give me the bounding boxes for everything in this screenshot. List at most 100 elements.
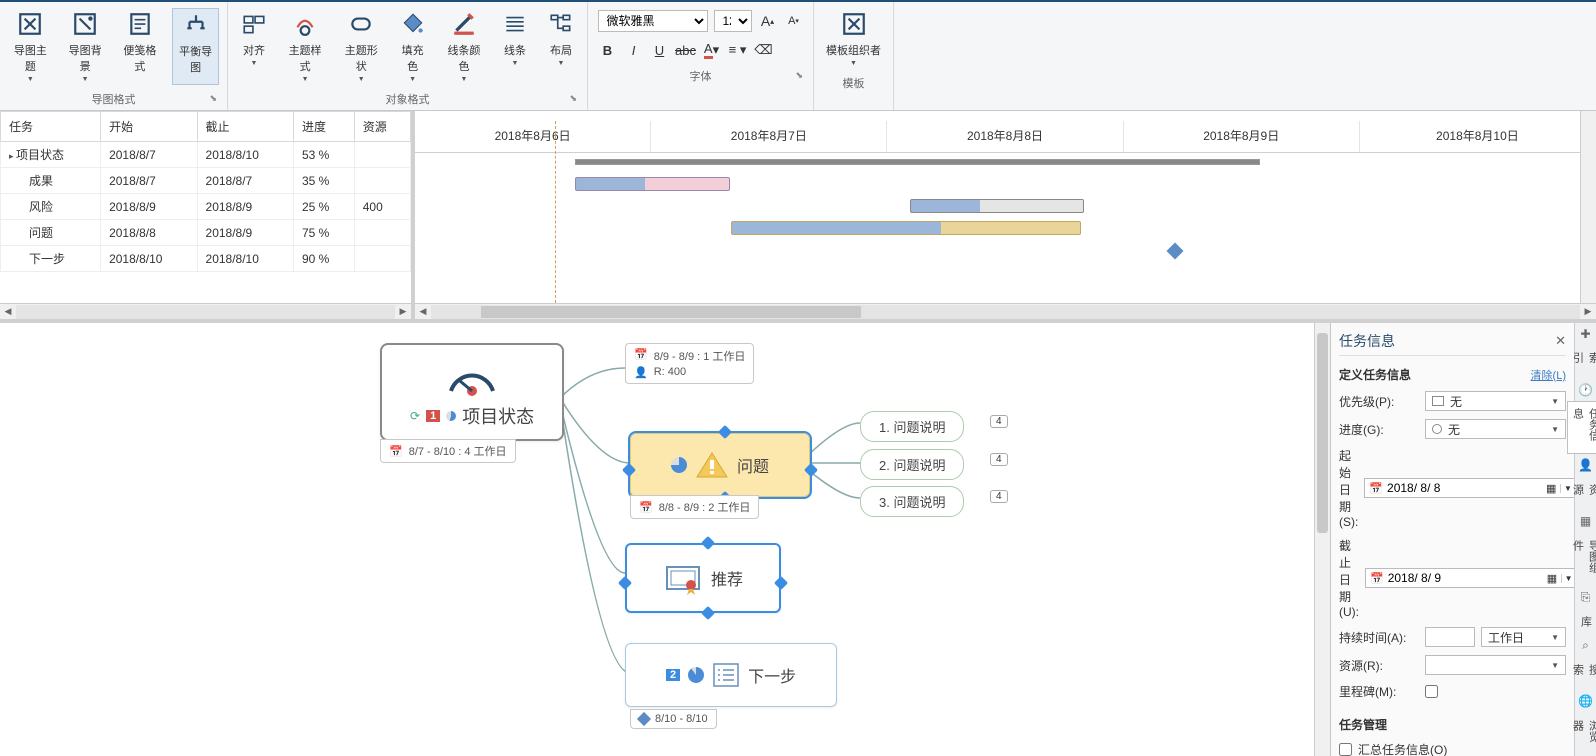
style-icon <box>291 10 319 38</box>
align-text-button[interactable]: ≡ ▾ <box>728 40 748 60</box>
milestone-checkbox[interactable] <box>1425 685 1438 698</box>
italic-button[interactable]: I <box>624 40 644 60</box>
table-row[interactable]: 风险2018/8/92018/8/925 %400 <box>1 194 411 220</box>
calendar-icon: 📅 <box>1370 572 1384 585</box>
topic-shape-button[interactable]: 主题形状▼ <box>338 8 384 85</box>
gantt-milestone[interactable] <box>1167 243 1184 260</box>
resource-label: 资源(R): <box>1339 657 1419 674</box>
sub-topic[interactable]: 1. 问题说明 <box>860 411 964 442</box>
balance-map-button[interactable]: 平衡导图 <box>172 8 219 85</box>
col-task[interactable]: 任务 <box>1 112 101 142</box>
notes-format-button[interactable]: 便笺格式 <box>118 8 163 85</box>
template-organizer-button[interactable]: 模板组织者▼ <box>822 8 885 69</box>
duration-input[interactable] <box>1425 627 1475 647</box>
central-topic[interactable]: ⟳ 1 项目状态 <box>380 343 564 441</box>
clear-link[interactable]: 清除(L) <box>1531 367 1566 383</box>
col-resource[interactable]: 资源 <box>354 112 410 142</box>
tab-library[interactable]: 库 <box>1575 609 1596 634</box>
mindmap-canvas[interactable]: ⟳ 1 项目状态 📅8/7 - 8/10 : 4 工作日 📅8/9 - 8/9 … <box>0 323 1330 756</box>
gantt-date: 2018年8月6日 <box>415 121 651 152</box>
grid-scroll-h[interactable]: ◀▶ <box>0 303 411 319</box>
add-icon[interactable]: ✚ <box>1578 327 1594 341</box>
count-badge[interactable]: 4 <box>990 490 1008 503</box>
sub-topic[interactable]: 3. 问题说明 <box>860 486 964 517</box>
calendar-icon: 📅 <box>634 348 648 364</box>
calendar-picker-icon[interactable]: ▦ <box>1547 572 1557 585</box>
progress-select[interactable]: 无▼ <box>1425 419 1566 439</box>
layout-icon <box>547 10 575 38</box>
strike-button[interactable]: abc <box>676 40 696 60</box>
topic-style-button[interactable]: 主题样式▼ <box>282 8 328 85</box>
table-row[interactable]: 项目状态2018/8/72018/8/1053 % <box>1 142 411 168</box>
next-topic[interactable]: 2 下一步 <box>625 643 837 707</box>
gantt-date: 2018年8月8日 <box>887 121 1123 152</box>
parts-icon[interactable]: ▦ <box>1578 514 1594 528</box>
table-row[interactable]: 问题2018/8/82018/8/975 % <box>1 220 411 246</box>
map-theme-button[interactable]: 导图主题▼ <box>8 8 53 85</box>
line-button[interactable]: 线条▼ <box>497 8 533 85</box>
tab-browser[interactable]: 浏览器 <box>1567 713 1596 756</box>
person-icon[interactable]: 👤 <box>1578 458 1594 472</box>
clock-icon[interactable]: 🕐 <box>1578 383 1594 397</box>
search-icon[interactable]: ⌕ <box>1578 638 1594 653</box>
bold-button[interactable]: B <box>598 40 618 60</box>
task-grid: 任务 开始 截止 进度 资源 项目状态2018/8/72018/8/1053 %… <box>0 111 415 319</box>
person-icon: 👤 <box>634 366 648 379</box>
recommend-topic[interactable]: 推荐 <box>625 543 781 613</box>
map-bground-button[interactable]: 导图背景▼ <box>63 8 108 85</box>
tab-resources[interactable]: 资源 <box>1567 477 1596 511</box>
priority-icon: 1 <box>426 410 440 422</box>
count-badge[interactable]: 4 <box>990 415 1008 428</box>
dialog-launcher-icon[interactable]: ⬊ <box>569 93 577 104</box>
col-progress[interactable]: 进度 <box>293 112 354 142</box>
align-button[interactable]: 对齐▼ <box>236 8 272 85</box>
fill-color-button[interactable]: 填充色▼ <box>394 8 431 85</box>
gantt-bar[interactable] <box>731 221 1081 235</box>
gantt-date: 2018年8月7日 <box>651 121 887 152</box>
table-row[interactable]: 成果2018/8/72018/8/735 % <box>1 168 411 194</box>
shrink-font-button[interactable]: A▾ <box>784 11 804 31</box>
canvas-scroll-v[interactable] <box>1314 323 1330 756</box>
font-family-select[interactable]: 微软雅黑 <box>598 10 708 32</box>
dialog-launcher-icon[interactable]: ⬊ <box>795 70 803 81</box>
group-label: 导图格式 <box>92 94 136 106</box>
end-date-label: 截止日期(U): <box>1339 537 1359 619</box>
end-date-input[interactable]: 📅▦▼ <box>1365 568 1580 588</box>
font-size-select[interactable]: 12 <box>714 10 752 32</box>
tab-search[interactable]: 搜索 <box>1567 657 1596 691</box>
line-color-button[interactable]: 线条颜色▼ <box>441 8 487 85</box>
resource-select[interactable]: ▼ <box>1425 655 1566 675</box>
tab-index[interactable]: 索引 <box>1567 345 1596 379</box>
topic-title: 项目状态 <box>462 403 534 429</box>
tab-components[interactable]: 导图组件 <box>1567 533 1596 586</box>
fill-icon <box>399 10 427 38</box>
count-badge[interactable]: 4 <box>990 453 1008 466</box>
clear-format-button[interactable]: ⌫ <box>754 40 774 60</box>
rollup-checkbox[interactable] <box>1339 743 1352 756</box>
table-row[interactable]: 下一步2018/8/102018/8/1090 % <box>1 246 411 272</box>
priority-select[interactable]: 无▼ <box>1425 391 1566 411</box>
gantt-bar[interactable] <box>575 177 730 191</box>
copy-icon[interactable]: ⎘ <box>1578 590 1594 605</box>
col-end[interactable]: 截止 <box>197 112 293 142</box>
issue-topic[interactable]: 问题 <box>630 433 810 497</box>
notes-icon <box>126 10 154 38</box>
start-date-input[interactable]: 📅▦▼ <box>1364 478 1579 498</box>
duration-unit-select[interactable]: 工作日▼ <box>1481 627 1566 647</box>
calendar-picker-icon[interactable]: ▦ <box>1546 482 1556 495</box>
gantt-summary-bar[interactable] <box>575 159 1260 165</box>
sub-topic[interactable]: 2. 问题说明 <box>860 449 964 480</box>
underline-button[interactable]: U <box>650 40 670 60</box>
font-color-button[interactable]: A ▾ <box>702 40 722 60</box>
close-icon[interactable]: ✕ <box>1555 333 1566 349</box>
gantt-scroll-h[interactable]: ◀▶ <box>415 303 1596 319</box>
dialog-launcher-icon[interactable]: ⬊ <box>209 93 217 104</box>
layout-button[interactable]: 布局▼ <box>543 8 579 85</box>
gantt-scroll-v[interactable] <box>1580 111 1596 303</box>
globe-icon[interactable]: 🌐 <box>1578 694 1594 708</box>
grow-font-button[interactable]: A▴ <box>758 11 778 31</box>
col-start[interactable]: 开始 <box>101 112 197 142</box>
topic-title: 问题 <box>737 453 769 477</box>
gantt-bar[interactable] <box>910 199 1084 213</box>
tab-task-info[interactable]: 任务信息 <box>1567 401 1596 454</box>
